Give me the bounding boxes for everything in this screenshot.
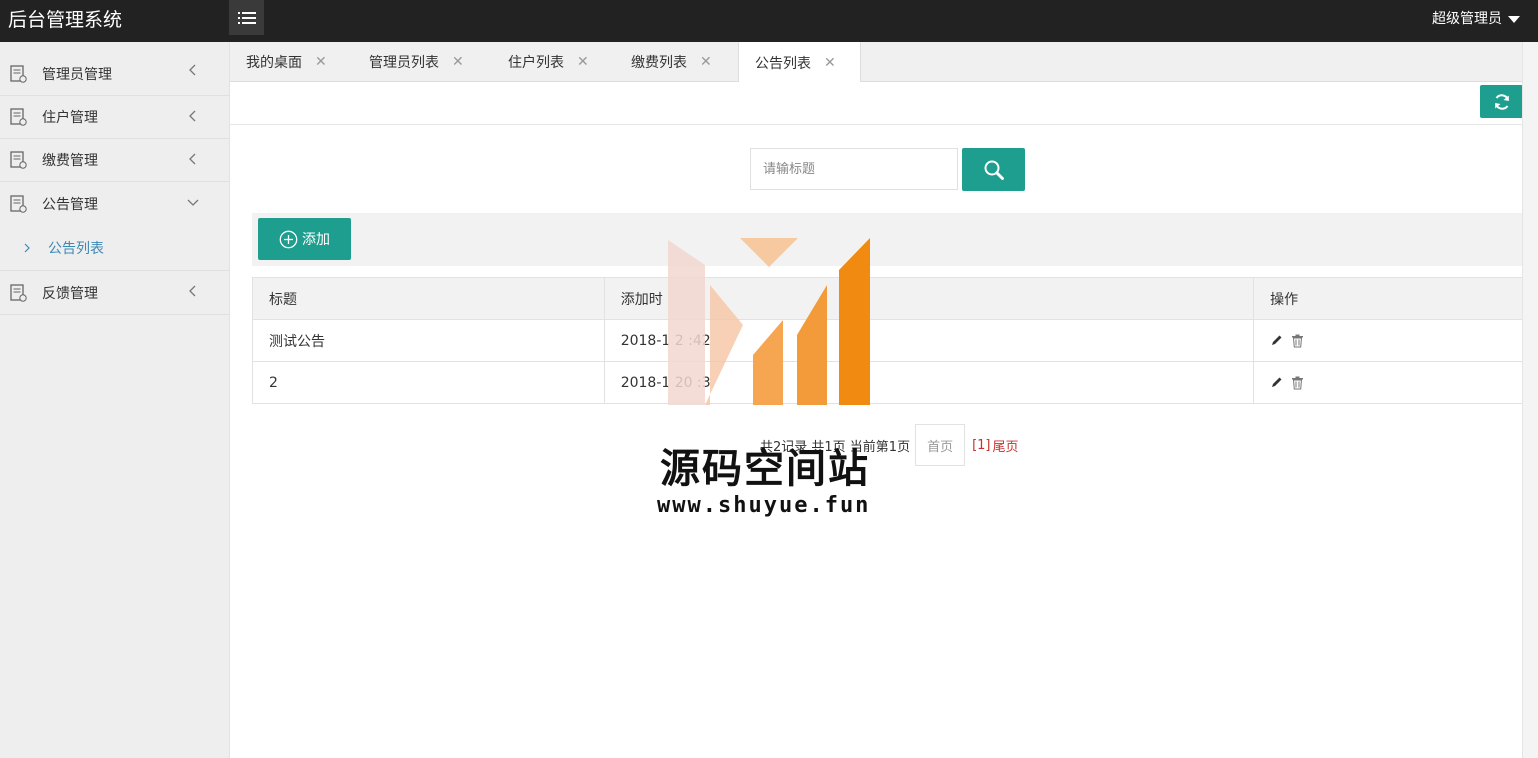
document-icon — [10, 108, 27, 126]
user-name: 超级管理员 — [1432, 11, 1502, 27]
close-icon[interactable]: ✕ — [824, 55, 836, 71]
sidebar-item-resident[interactable]: 住户管理 — [0, 96, 229, 139]
sidebar-item-payment[interactable]: 缴费管理 — [0, 139, 229, 182]
sidebar-item-feedback[interactable]: 反馈管理 — [0, 271, 229, 315]
tab-notice-list[interactable]: 公告列表 ✕ — [738, 42, 861, 83]
tab-label: 管理员列表 — [369, 55, 439, 71]
first-page-button[interactable]: 首页 — [915, 424, 966, 466]
edit-icon[interactable] — [1270, 334, 1283, 347]
chevron-left-icon — [189, 64, 196, 76]
tab-label: 住户列表 — [508, 55, 564, 71]
sidebar-item-admin[interactable]: 管理员管理 — [0, 42, 229, 96]
chevron-right-icon — [24, 243, 30, 252]
tab-resident-list[interactable]: 住户列表 ✕ — [508, 42, 589, 82]
menu-toggle-button[interactable] — [229, 0, 264, 35]
search-button[interactable] — [962, 148, 1025, 191]
divider — [230, 124, 1522, 125]
tab-desktop[interactable]: 我的桌面 ✕ — [246, 42, 327, 82]
sidebar-item-label: 缴费管理 — [42, 153, 98, 169]
tab-admin-list[interactable]: 管理员列表 ✕ — [369, 42, 464, 82]
plus-circle-icon — [279, 230, 298, 248]
sidebar: 管理员管理 住户管理 缴费管理 公告管理 公告列表 反馈管理 — [0, 42, 230, 758]
tab-label: 公告列表 — [755, 55, 811, 72]
close-icon[interactable]: ✕ — [315, 54, 327, 70]
pager-summary: 共2记录 共1页 当前第1页 — [760, 439, 911, 455]
trash-icon[interactable] — [1291, 334, 1304, 348]
cell-time: 2018-1 20 :3 — [603, 361, 1255, 404]
search-input[interactable] — [750, 148, 958, 190]
column-header-title: 标题 — [252, 277, 605, 320]
trash-icon[interactable] — [1291, 376, 1304, 390]
last-page-link[interactable]: 尾页 — [993, 436, 1019, 455]
app-title: 后台管理系统 — [8, 9, 123, 31]
caret-down-icon — [1508, 15, 1520, 23]
scrollbar[interactable] — [1522, 42, 1538, 758]
tab-bar: 我的桌面 ✕ 管理员列表 ✕ 住户列表 ✕ 缴费列表 ✕ 公告列表 ✕ — [230, 42, 1538, 83]
close-icon[interactable]: ✕ — [577, 54, 589, 70]
notice-table: 标题 添加时 操作 测试公告 2018-1 2 :42 2 2018-1 20 … — [252, 277, 1523, 404]
sidebar-item-notice[interactable]: 公告管理 — [0, 182, 229, 225]
table-header-row: 标题 添加时 操作 — [252, 277, 1523, 320]
cell-title: 测试公告 — [252, 319, 605, 362]
add-button-label: 添加 — [302, 232, 330, 248]
cell-actions — [1253, 361, 1523, 404]
table-row: 测试公告 2018-1 2 :42 — [252, 319, 1523, 362]
cell-time: 2018-1 2 :42 — [603, 319, 1255, 362]
refresh-icon — [1494, 93, 1509, 110]
sidebar-subitem-label: 公告列表 — [48, 240, 104, 257]
close-icon[interactable]: ✕ — [700, 54, 712, 70]
table-row: 2 2018-1 20 :3 — [252, 361, 1523, 404]
chevron-left-icon — [189, 153, 196, 165]
chevron-left-icon — [189, 110, 196, 122]
sidebar-item-label: 公告管理 — [42, 196, 98, 213]
search-icon — [984, 160, 1004, 180]
list-icon — [237, 11, 256, 24]
sidebar-item-label: 住户管理 — [42, 110, 98, 126]
refresh-button[interactable] — [1480, 85, 1523, 118]
chevron-down-icon — [187, 199, 199, 206]
add-button[interactable]: 添加 — [258, 218, 351, 260]
document-icon — [10, 283, 27, 302]
top-header: 后台管理系统 超级管理员 — [0, 0, 1538, 42]
pagination: 共2记录 共1页 当前第1页 首页 [1] 尾页 — [760, 424, 1019, 466]
document-icon — [10, 151, 27, 169]
chevron-left-icon — [189, 285, 196, 297]
tab-label: 缴费列表 — [631, 55, 687, 71]
close-icon[interactable]: ✕ — [452, 54, 464, 70]
action-bar: 添加 — [252, 213, 1522, 266]
sidebar-subitem-notice-list[interactable]: 公告列表 — [0, 225, 229, 271]
page-number-link[interactable]: [1] — [972, 438, 990, 453]
cell-title: 2 — [252, 361, 605, 404]
document-icon — [10, 64, 27, 83]
cell-actions — [1253, 319, 1523, 362]
column-header-time: 添加时 — [603, 277, 1255, 320]
document-icon — [10, 194, 27, 213]
column-header-actions: 操作 — [1253, 277, 1523, 320]
tab-label: 我的桌面 — [246, 55, 302, 71]
user-menu[interactable]: 超级管理员 — [1432, 8, 1520, 28]
edit-icon[interactable] — [1270, 376, 1283, 389]
sidebar-item-label: 管理员管理 — [42, 66, 112, 83]
main-content: 添加 标题 添加时 操作 测试公告 2018-1 2 :42 — [230, 82, 1523, 758]
sidebar-item-label: 反馈管理 — [42, 285, 98, 302]
tab-payment-list[interactable]: 缴费列表 ✕ — [631, 42, 712, 82]
